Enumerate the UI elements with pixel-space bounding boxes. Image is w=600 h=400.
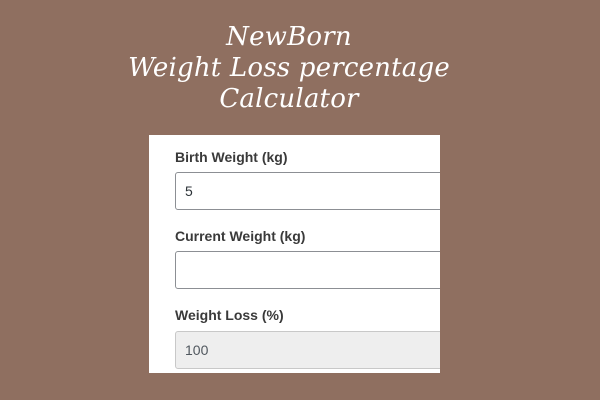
calculator-form: Birth Weight (kg) Current Weight (kg) We… bbox=[149, 135, 440, 373]
title-line-2: Weight Loss percentage bbox=[128, 53, 450, 83]
current-weight-label: Current Weight (kg) bbox=[175, 228, 306, 244]
page-title: NewBorn Weight Loss percentage Calculato… bbox=[0, 22, 578, 115]
birth-weight-input[interactable] bbox=[175, 172, 440, 210]
birth-weight-label: Birth Weight (kg) bbox=[175, 149, 288, 165]
weight-loss-output bbox=[175, 331, 440, 369]
current-weight-input[interactable] bbox=[175, 251, 440, 289]
title-line-1: NewBorn bbox=[226, 22, 352, 52]
title-line-3: Calculator bbox=[219, 84, 359, 114]
weight-loss-label: Weight Loss (%) bbox=[175, 307, 284, 323]
